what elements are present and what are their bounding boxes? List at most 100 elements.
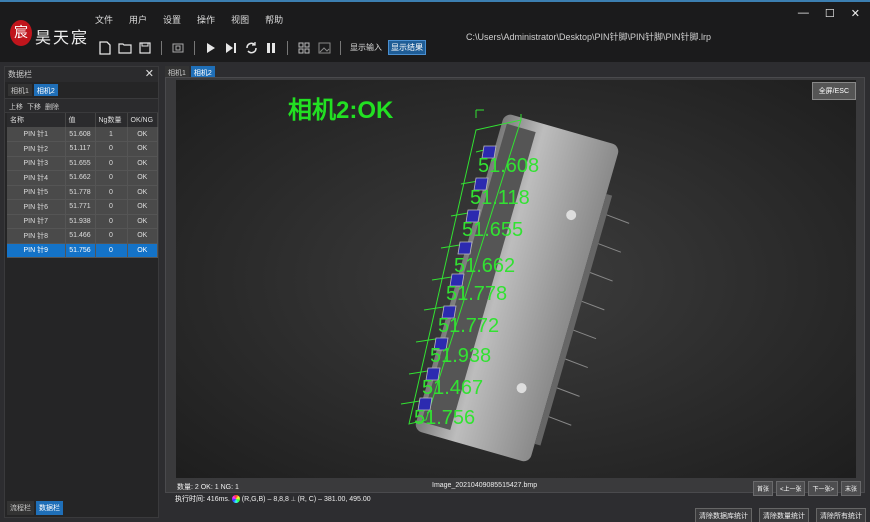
save-icon[interactable] bbox=[138, 41, 152, 55]
show-result-toggle[interactable]: 显示结果 bbox=[388, 40, 426, 55]
pin-measurement-5: 51.778 bbox=[446, 283, 507, 305]
image-viewer: 相机2:OK 51.608 51.118 51.655 51.662 51.77… bbox=[165, 77, 865, 493]
table-body: PIN 针1 51.608 1 OK PIN 针2 51.117 0 OK PIN 针3 51.6… bbox=[7, 127, 158, 258]
cell-value: 51.466 bbox=[65, 228, 96, 244]
tab-data-panel[interactable]: 数据栏 bbox=[36, 501, 63, 515]
close-icon[interactable]: ✕ bbox=[851, 7, 860, 20]
menu-operate[interactable]: 操作 bbox=[197, 13, 215, 26]
panel-close-icon[interactable]: ✕ bbox=[145, 67, 154, 80]
table-row[interactable]: PIN 针2 51.117 0 OK bbox=[7, 141, 158, 157]
image-filename: Image_20210409085515427.bmp bbox=[432, 482, 538, 489]
table-header-row: 名称 值 Ng数量 OK/NG bbox=[7, 113, 158, 127]
menu-help[interactable]: 帮助 bbox=[265, 13, 283, 26]
table-row[interactable]: PIN 针3 51.655 0 OK bbox=[7, 156, 158, 171]
table-row[interactable]: PIN 针4 51.662 0 OK bbox=[7, 170, 158, 186]
left-panel-bottom-tabs: 流程栏 数据栏 bbox=[5, 499, 65, 517]
cell-value: 51.938 bbox=[65, 214, 96, 229]
pin-measurement-7: 51.938 bbox=[430, 345, 491, 367]
first-image-button[interactable]: 首张 bbox=[752, 481, 773, 496]
cell-ok-ng: OK bbox=[127, 127, 158, 142]
next-image-button[interactable]: 下一张> bbox=[808, 481, 838, 496]
tab-camera-1[interactable]: 相机1 bbox=[8, 84, 32, 96]
cell-ok-ng: OK bbox=[127, 214, 158, 229]
window-controls: — ☐ ✕ bbox=[798, 7, 860, 20]
cell-ng-count: 0 bbox=[95, 156, 128, 171]
table-row[interactable]: PIN 针7 51.938 0 OK bbox=[7, 214, 158, 229]
image-icon[interactable] bbox=[317, 41, 331, 55]
clear-count-stats-button[interactable]: 清除数量统计 bbox=[759, 508, 809, 522]
column-header-name[interactable]: 名称 bbox=[7, 113, 66, 127]
cell-name: PIN 针4 bbox=[7, 170, 66, 186]
step-icon[interactable] bbox=[224, 41, 238, 55]
previous-image-button[interactable]: <上一张 bbox=[775, 481, 806, 496]
brand-logo: 宸 bbox=[10, 20, 32, 46]
cell-name: PIN 针7 bbox=[7, 214, 66, 229]
rc-label: (R, C) bbox=[297, 496, 317, 503]
cell-value: 51.117 bbox=[65, 141, 96, 157]
cell-name: PIN 针2 bbox=[7, 141, 66, 157]
rc-value: 381.00, 495.00 bbox=[323, 496, 371, 503]
cell-name: PIN 针5 bbox=[7, 185, 66, 200]
cell-name: PIN 针8 bbox=[7, 228, 66, 244]
show-input-label[interactable]: 显示输入 bbox=[350, 42, 382, 53]
exec-time-label: 执行时间: bbox=[175, 496, 205, 503]
table-row[interactable]: PIN 针1 51.608 1 OK bbox=[7, 127, 158, 142]
camera-result-text: 相机2:OK bbox=[288, 97, 394, 124]
cell-value: 51.778 bbox=[65, 185, 96, 200]
menu-settings[interactable]: 设置 bbox=[163, 13, 181, 26]
pause-icon[interactable] bbox=[264, 41, 278, 55]
cell-name: PIN 针6 bbox=[7, 199, 66, 215]
table-row[interactable]: PIN 针6 51.771 0 OK bbox=[7, 199, 158, 215]
toolbar-separator bbox=[340, 40, 341, 55]
fullscreen-button[interactable]: 全屏/ESC bbox=[811, 82, 856, 100]
clear-all-stats-button[interactable]: 清除所有统计 bbox=[816, 508, 866, 522]
toolbar-separator bbox=[287, 40, 288, 55]
loop-run-icon[interactable] bbox=[244, 41, 258, 55]
minimize-icon[interactable]: — bbox=[798, 7, 809, 20]
measurement-table: 名称 值 Ng数量 OK/NG PIN 针1 51.608 1 OK PIN 针2 51.… bbox=[7, 113, 158, 258]
move-down-button[interactable]: 下移 bbox=[27, 102, 41, 111]
menu-user[interactable]: 用户 bbox=[129, 13, 147, 26]
cell-name: PIN 针3 bbox=[7, 156, 66, 171]
column-header-ok-ng[interactable]: OK/NG bbox=[127, 113, 158, 127]
cell-ng-count: 0 bbox=[95, 228, 128, 244]
new-file-icon[interactable] bbox=[98, 40, 112, 55]
camera-settings-icon[interactable] bbox=[171, 41, 185, 55]
pin-measurement-1: 51.608 bbox=[478, 155, 539, 177]
data-panel-header: 数据栏 ✕ bbox=[5, 67, 158, 82]
count-stats: 数量: 2 OK: 1 NG: 1 bbox=[177, 484, 239, 491]
layout-grid-icon[interactable] bbox=[297, 41, 311, 55]
rgb-label: (R,G,B) bbox=[241, 496, 266, 503]
image-navigation: 首张 <上一张 下一张> 末张 bbox=[752, 481, 861, 496]
inspection-image[interactable]: 相机2:OK 51.608 51.118 51.655 51.662 51.77… bbox=[176, 80, 856, 478]
cell-ng-count: 0 bbox=[95, 170, 128, 186]
data-panel: 数据栏 ✕ 相机1 相机2 上移 下移 删除 名称 值 Ng数量 OK/NG P… bbox=[4, 66, 159, 518]
cell-ok-ng: OK bbox=[127, 156, 158, 171]
menu-file[interactable]: 文件 bbox=[95, 13, 113, 26]
table-row[interactable]: PIN 针5 51.778 0 OK bbox=[7, 185, 158, 200]
clear-database-stats-button[interactable]: 清除数据库统计 bbox=[695, 508, 752, 522]
cell-value: 51.655 bbox=[65, 156, 96, 171]
maximize-icon[interactable]: ☐ bbox=[825, 7, 835, 20]
delete-button[interactable]: 删除 bbox=[45, 102, 59, 111]
column-header-ng-count[interactable]: Ng数量 bbox=[95, 113, 128, 127]
pixel-info-bar: 执行时间: 416ms. (R,G,B) – 8,8,8 ⟂ (R, C) – … bbox=[175, 494, 371, 504]
tab-camera-2[interactable]: 相机2 bbox=[33, 84, 58, 96]
cell-ok-ng: OK bbox=[127, 199, 158, 215]
run-once-icon[interactable] bbox=[204, 41, 218, 55]
last-image-button[interactable]: 末张 bbox=[840, 481, 861, 496]
cell-name: PIN 针1 bbox=[7, 127, 66, 142]
tab-flow-panel[interactable]: 流程栏 bbox=[7, 501, 34, 515]
menu-view[interactable]: 视图 bbox=[231, 13, 249, 26]
cell-ng-count: 0 bbox=[95, 141, 128, 157]
cell-value: 51.662 bbox=[65, 170, 96, 186]
cell-ng-count: 0 bbox=[95, 185, 128, 200]
table-row[interactable]: PIN 针8 51.466 0 OK bbox=[7, 228, 158, 244]
move-up-button[interactable]: 上移 bbox=[9, 102, 23, 111]
table-row[interactable]: PIN 针9 51.756 0 OK bbox=[7, 243, 158, 258]
toolbar: 显示输入 显示结果 bbox=[98, 40, 426, 55]
column-header-value[interactable]: 值 bbox=[65, 113, 96, 127]
open-folder-icon[interactable] bbox=[118, 41, 132, 55]
project-file-path: C:\Users\Administrator\Desktop\PIN针脚\PIN… bbox=[466, 32, 712, 42]
pin-measurement-3: 51.655 bbox=[462, 219, 523, 241]
